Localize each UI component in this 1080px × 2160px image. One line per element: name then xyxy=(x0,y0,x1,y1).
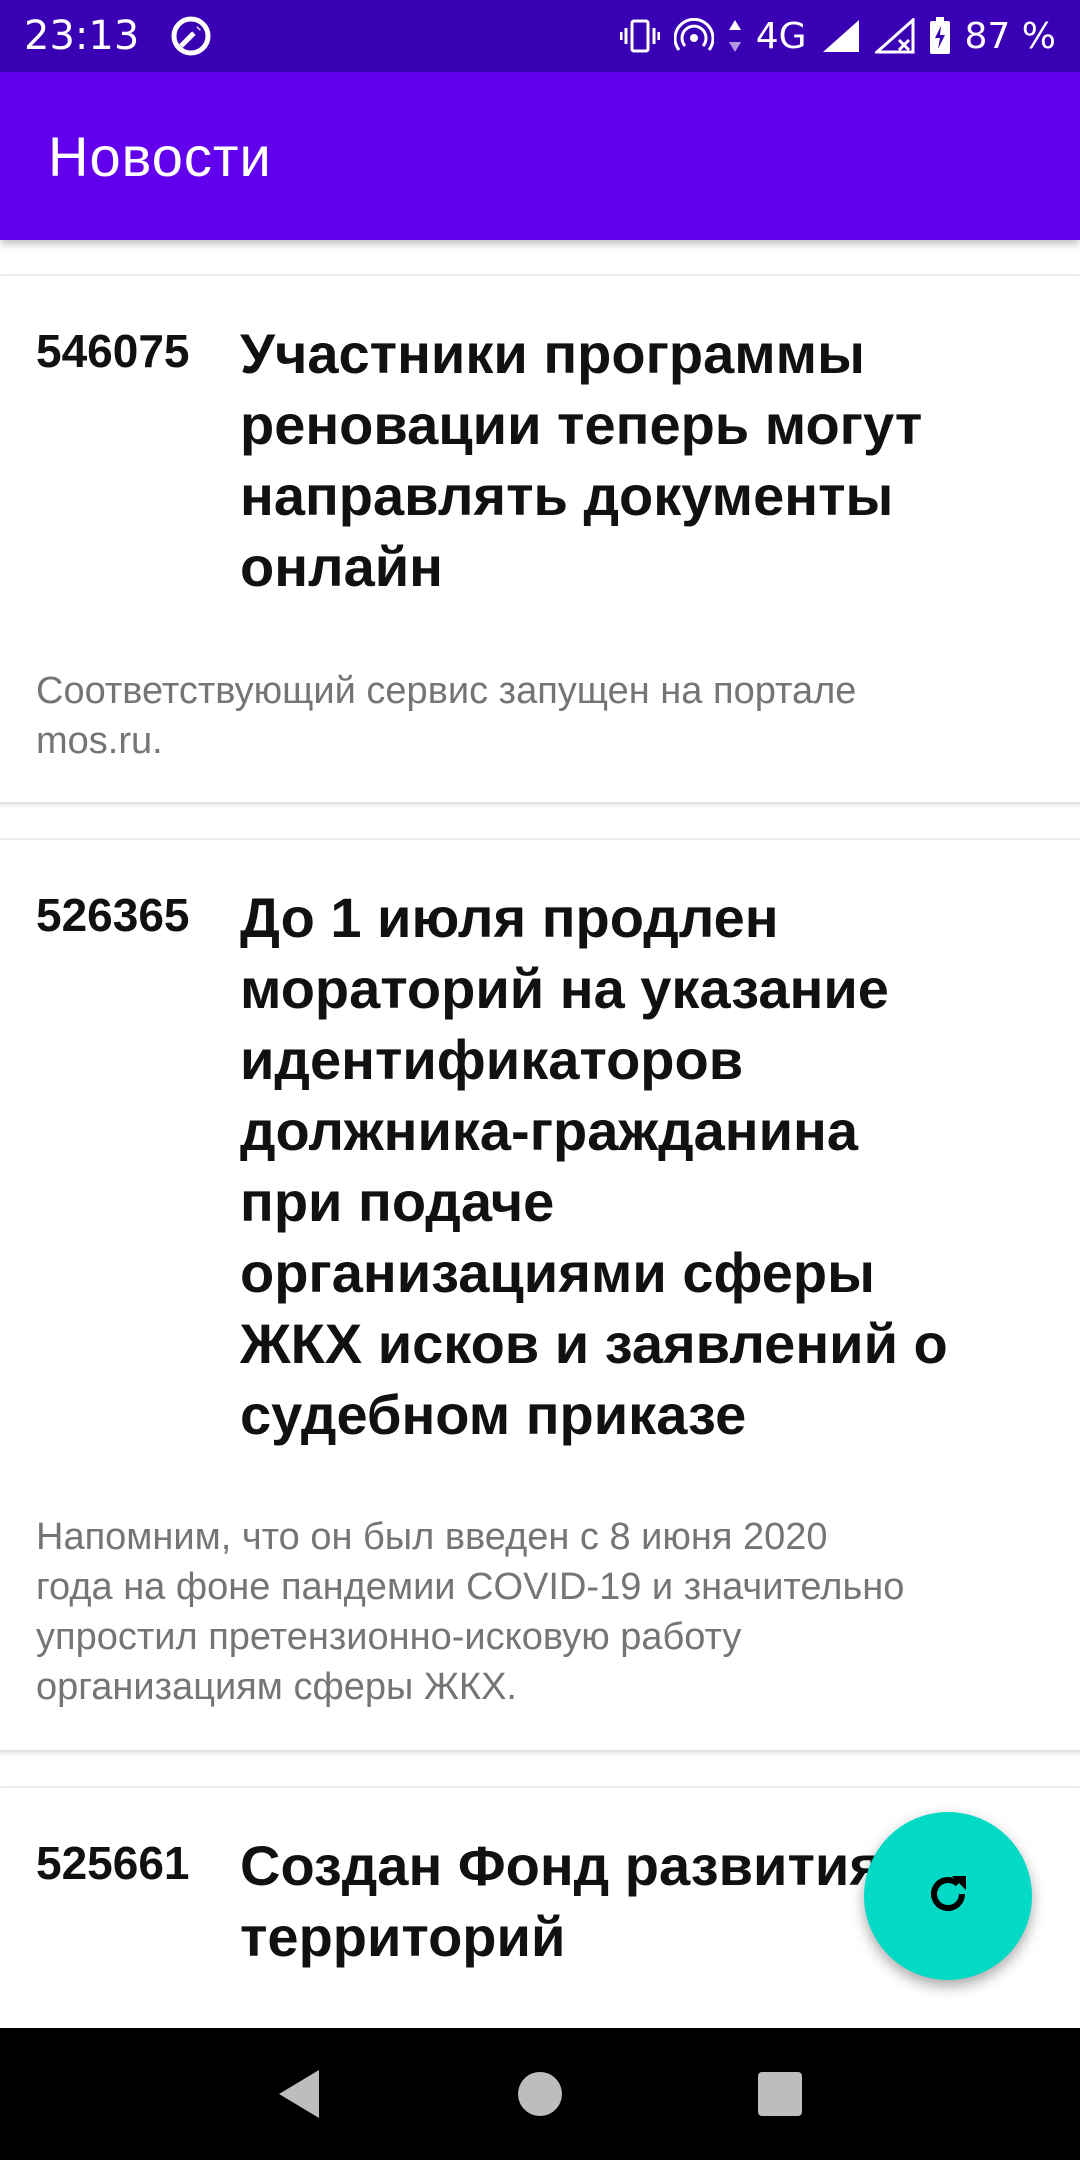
news-title: До 1 июля продлен мораторий на указание … xyxy=(240,886,948,1446)
hotspot-icon xyxy=(673,18,714,54)
data-saver-icon xyxy=(169,14,213,58)
status-icons: 4G 87 % xyxy=(619,15,1056,57)
news-description: Соответствующий сервис запущен на портал… xyxy=(36,670,857,762)
signal-no-sim-icon xyxy=(874,18,915,54)
news-description: Напомним, что он был введен с 8 июня 202… xyxy=(36,1516,905,1708)
news-list[interactable]: 546075 Участники программы реновации теп… xyxy=(0,240,1080,2028)
refresh-button[interactable] xyxy=(864,1812,1032,1980)
battery-percent: 87 % xyxy=(964,15,1056,57)
network-type: 4G xyxy=(755,15,807,57)
news-id: 525661 xyxy=(36,1837,190,1889)
app-title: Новости xyxy=(48,124,272,188)
signal-icon xyxy=(821,18,861,54)
news-title: Участники программы реновации теперь мог… xyxy=(240,322,923,598)
app-bar: Новости xyxy=(0,72,1080,240)
status-bar: 23:13 4G 87 % xyxy=(0,0,1080,72)
home-button[interactable] xyxy=(500,2054,580,2134)
recents-button[interactable] xyxy=(740,2054,820,2134)
navigation-bar xyxy=(0,2028,1080,2160)
status-time: 23:13 xyxy=(24,13,140,59)
data-arrows-icon xyxy=(728,18,742,54)
home-circle-icon xyxy=(518,2072,562,2116)
battery-charging-icon xyxy=(929,17,951,55)
back-triangle-icon xyxy=(279,2070,319,2118)
vibrate-icon xyxy=(619,18,660,54)
news-id: 546075 xyxy=(36,325,190,377)
refresh-icon xyxy=(920,1866,976,1927)
screen: 23:13 4G 87 % Новости 546075 Участники п… xyxy=(0,0,1080,2160)
back-button[interactable] xyxy=(260,2054,340,2134)
news-card[interactable]: 546075 Участники программы реновации теп… xyxy=(0,274,1080,804)
news-id: 526365 xyxy=(36,889,190,941)
recents-square-icon xyxy=(758,2072,802,2116)
news-card[interactable]: 526365 До 1 июля продлен мораторий на ук… xyxy=(0,838,1080,1752)
